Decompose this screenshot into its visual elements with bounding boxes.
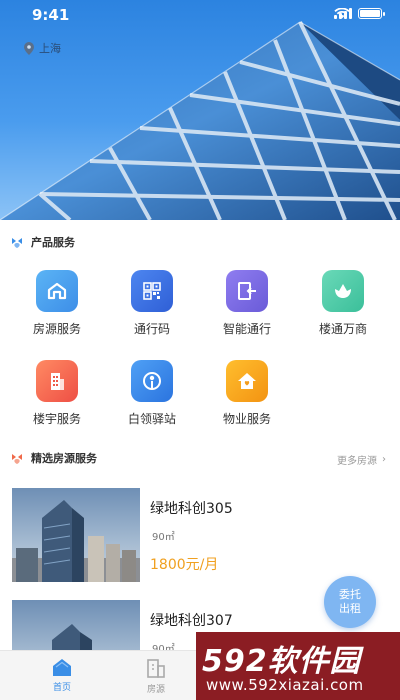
listing-price: 1800元/月 xyxy=(150,557,219,573)
building-outline-icon xyxy=(147,659,165,678)
service-merchants[interactable]: 楼通万商 xyxy=(298,270,388,337)
service-label: 楼宇服务 xyxy=(32,412,81,426)
watermark-overlay: 592软件园 www.592xiazai.com xyxy=(196,632,400,700)
service-house[interactable]: 房源服务 xyxy=(12,270,102,337)
more-listings-label: 更多房源 xyxy=(337,456,377,467)
listing-photo xyxy=(12,488,140,582)
listing-card[interactable]: 绿地科创305 90㎡ 1800元/月 xyxy=(12,488,388,584)
service-label: 智能通行 xyxy=(222,322,271,336)
battery-icon xyxy=(358,8,385,19)
qr-code-icon xyxy=(131,270,173,312)
watermark-url: www.592xiazai.com xyxy=(206,676,364,694)
listing-name: 绿地科创307 xyxy=(150,613,233,629)
service-label: 白领驿站 xyxy=(127,412,176,426)
fab-line-1: 委托 xyxy=(339,588,361,601)
status-bar: 9:41 xyxy=(0,0,400,28)
tab-listings[interactable]: 房源 xyxy=(126,657,186,695)
featured-heart-icon xyxy=(12,453,22,464)
service-property[interactable]: 物业服务 xyxy=(202,360,292,427)
location-pin-icon xyxy=(24,41,34,55)
service-pass-code[interactable]: 通行码 xyxy=(107,270,197,337)
list-for-rent-button[interactable]: 委托 出租 xyxy=(324,576,376,628)
glass-building-illustration xyxy=(0,21,400,220)
service-smart-access[interactable]: 智能通行 xyxy=(202,270,292,337)
services-heart-icon xyxy=(12,237,22,248)
smart-access-icon xyxy=(226,270,268,312)
lotus-icon xyxy=(322,270,364,312)
station-icon xyxy=(131,360,173,402)
tab-home-label: 首页 xyxy=(52,683,71,693)
service-label: 楼通万商 xyxy=(318,322,367,336)
tab-home[interactable]: 首页 xyxy=(32,657,92,693)
watermark-brand: 592软件园 xyxy=(202,644,361,679)
status-time: 9:41 xyxy=(32,6,70,24)
listing-area: 90㎡ xyxy=(152,532,175,543)
service-station[interactable]: 白领驿站 xyxy=(107,360,197,427)
featured-listings-header: 精选房源服务 xyxy=(10,450,97,466)
product-services-header: 产品服务 xyxy=(10,234,75,250)
tab-listings-label: 房源 xyxy=(146,685,165,695)
home-icon xyxy=(53,659,71,676)
chevron-right-icon: › xyxy=(382,454,386,465)
house-icon xyxy=(36,270,78,312)
featured-title: 精选房源服务 xyxy=(31,452,97,465)
location-city: 上海 xyxy=(39,42,61,55)
property-home-icon xyxy=(226,360,268,402)
location-selector[interactable]: 上海 xyxy=(24,40,61,56)
fab-line-2: 出租 xyxy=(339,602,361,615)
status-icons xyxy=(334,8,385,19)
listing-name: 绿地科创305 xyxy=(150,501,233,517)
service-building[interactable]: 楼宇服务 xyxy=(12,360,102,427)
more-listings-link[interactable]: 更多房源 › xyxy=(337,452,386,467)
service-label: 房源服务 xyxy=(32,322,81,336)
service-label: 物业服务 xyxy=(222,412,271,426)
wifi-icon xyxy=(334,8,350,19)
product-services-title: 产品服务 xyxy=(31,236,75,249)
hero-banner: 9:41 上海 xyxy=(0,0,400,220)
service-label: 通行码 xyxy=(133,322,170,336)
building-icon xyxy=(36,360,78,402)
